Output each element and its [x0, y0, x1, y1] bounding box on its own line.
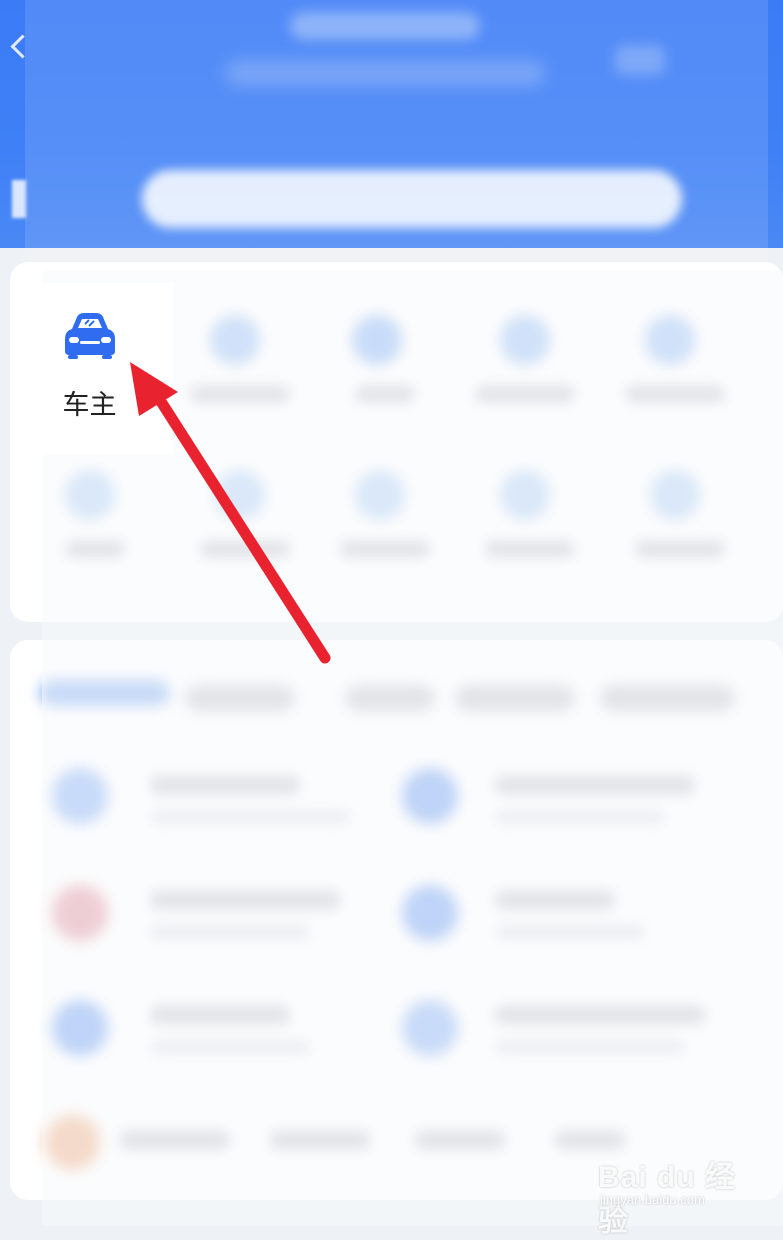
watermark-url: jingyan.baidu.com — [600, 1192, 705, 1207]
baidu-watermark: Bai du 经验 jingyan.baidu.com — [598, 1142, 758, 1238]
annotation-arrow — [130, 362, 331, 664]
